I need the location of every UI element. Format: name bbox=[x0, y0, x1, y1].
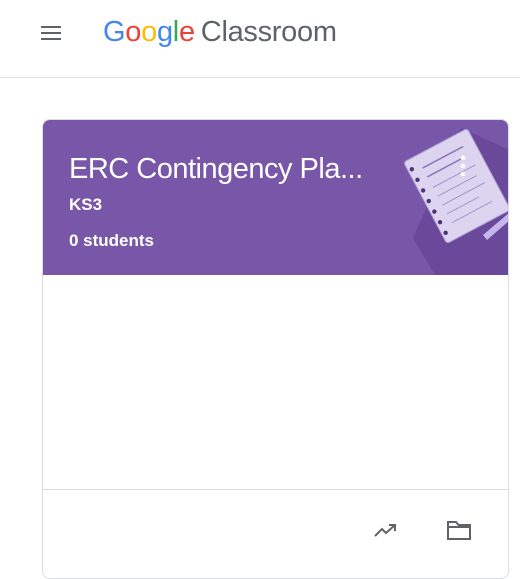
logo-letter: G bbox=[103, 15, 126, 48]
class-title-link[interactable]: ERC Contingency Pla... bbox=[69, 153, 363, 186]
class-card-footer bbox=[43, 489, 508, 578]
folder-icon bbox=[447, 521, 471, 540]
class-section: KS3 bbox=[69, 195, 103, 214]
notebook-illustration bbox=[404, 128, 508, 275]
more-vert-icon bbox=[460, 155, 466, 177]
class-drive-folder-button[interactable] bbox=[441, 512, 477, 548]
google-classroom-logo[interactable]: Google Classroom bbox=[103, 10, 337, 54]
class-options-button[interactable] bbox=[448, 146, 478, 186]
hamburger-menu-icon bbox=[41, 26, 61, 40]
top-app-bar: Google Classroom bbox=[0, 0, 520, 78]
trending-up-icon bbox=[374, 524, 396, 537]
class-card-header: ERC Contingency Pla... KS3 0 students bbox=[43, 120, 508, 275]
google-wordmark: Google bbox=[103, 16, 195, 49]
product-name: Classroom bbox=[200, 15, 337, 48]
student-count: 0 students bbox=[69, 231, 155, 250]
logo-letter: e bbox=[178, 15, 195, 48]
main-menu-button[interactable] bbox=[36, 18, 66, 48]
class-card: ERC Contingency Pla... KS3 0 students bbox=[42, 119, 509, 579]
gradebook-button[interactable] bbox=[368, 512, 404, 548]
logo-letter: o bbox=[125, 15, 142, 48]
logo-letter: o bbox=[141, 15, 157, 48]
logo-letter: g bbox=[156, 15, 173, 48]
